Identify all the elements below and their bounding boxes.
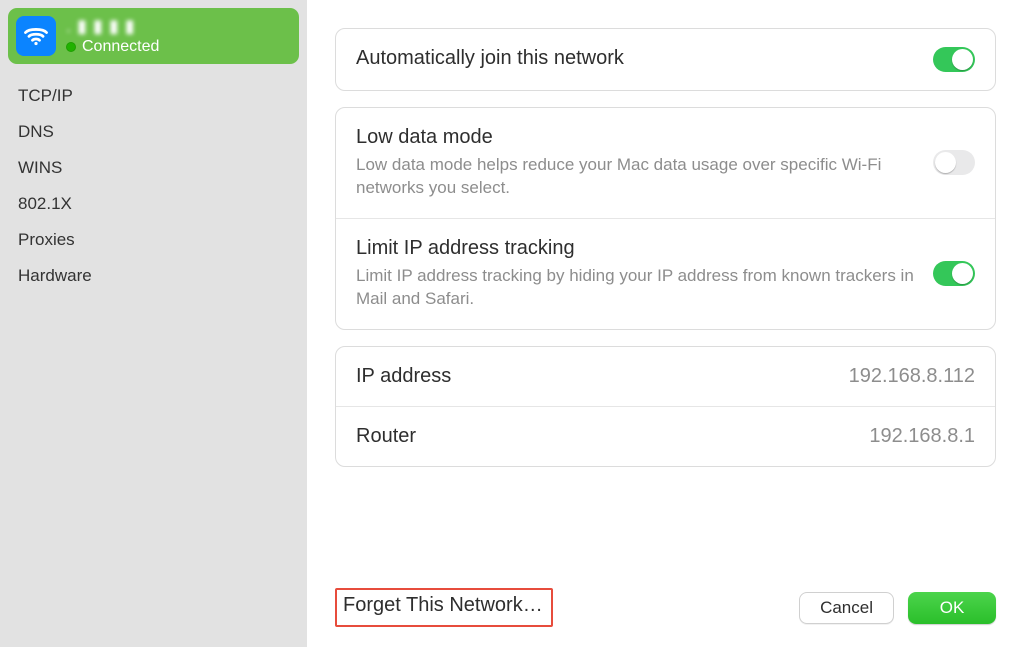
- sidebar-network-item[interactable]: . ▮ ▮ ▮ ▮ Connected: [8, 8, 299, 64]
- forget-network-button[interactable]: Forget This Network…: [343, 594, 543, 617]
- router-value: 192.168.8.1: [869, 425, 975, 448]
- auto-join-row: Automatically join this network: [336, 29, 995, 90]
- low-data-desc: Low data mode helps reduce your Mac data…: [356, 154, 915, 200]
- status-dot-icon: [66, 42, 76, 52]
- sidebar-item-tcpip[interactable]: TCP/IP: [8, 78, 299, 114]
- network-name: . ▮ ▮ ▮ ▮: [66, 16, 159, 38]
- footer: Forget This Network… Cancel OK: [335, 576, 996, 627]
- sidebar-item-wins[interactable]: WINS: [8, 150, 299, 186]
- low-data-title: Low data mode: [356, 126, 915, 149]
- tracking-group: Low data mode Low data mode helps reduce…: [335, 107, 996, 330]
- sidebar-item-dns[interactable]: DNS: [8, 114, 299, 150]
- sidebar-item-hardware[interactable]: Hardware: [8, 258, 299, 294]
- ip-address-label: IP address: [356, 365, 831, 388]
- limit-ip-desc: Limit IP address tracking by hiding your…: [356, 265, 915, 311]
- auto-join-group: Automatically join this network: [335, 28, 996, 91]
- ip-address-row: IP address 192.168.8.112: [336, 347, 995, 406]
- router-label: Router: [356, 425, 851, 448]
- sidebar-item-8021x[interactable]: 802.1X: [8, 186, 299, 222]
- low-data-row: Low data mode Low data mode helps reduce…: [336, 108, 995, 218]
- auto-join-toggle[interactable]: [933, 47, 975, 72]
- forget-highlight: Forget This Network…: [335, 588, 553, 627]
- low-data-toggle[interactable]: [933, 150, 975, 175]
- ip-address-value: 192.168.8.112: [849, 365, 975, 388]
- ok-button[interactable]: OK: [908, 592, 996, 624]
- limit-ip-toggle[interactable]: [933, 261, 975, 286]
- network-status: Connected: [82, 37, 159, 56]
- limit-ip-title: Limit IP address tracking: [356, 237, 915, 260]
- main-pane: Automatically join this network Low data…: [307, 0, 1024, 647]
- limit-ip-row: Limit IP address tracking Limit IP addre…: [336, 218, 995, 329]
- router-row: Router 192.168.8.1: [336, 406, 995, 466]
- wifi-icon: [16, 16, 56, 56]
- auto-join-title: Automatically join this network: [356, 47, 915, 70]
- cancel-button[interactable]: Cancel: [799, 592, 894, 624]
- ip-group: IP address 192.168.8.112 Router 192.168.…: [335, 346, 996, 467]
- sidebar-item-proxies[interactable]: Proxies: [8, 222, 299, 258]
- sidebar: . ▮ ▮ ▮ ▮ Connected TCP/IP DNS WINS 802.…: [0, 0, 307, 647]
